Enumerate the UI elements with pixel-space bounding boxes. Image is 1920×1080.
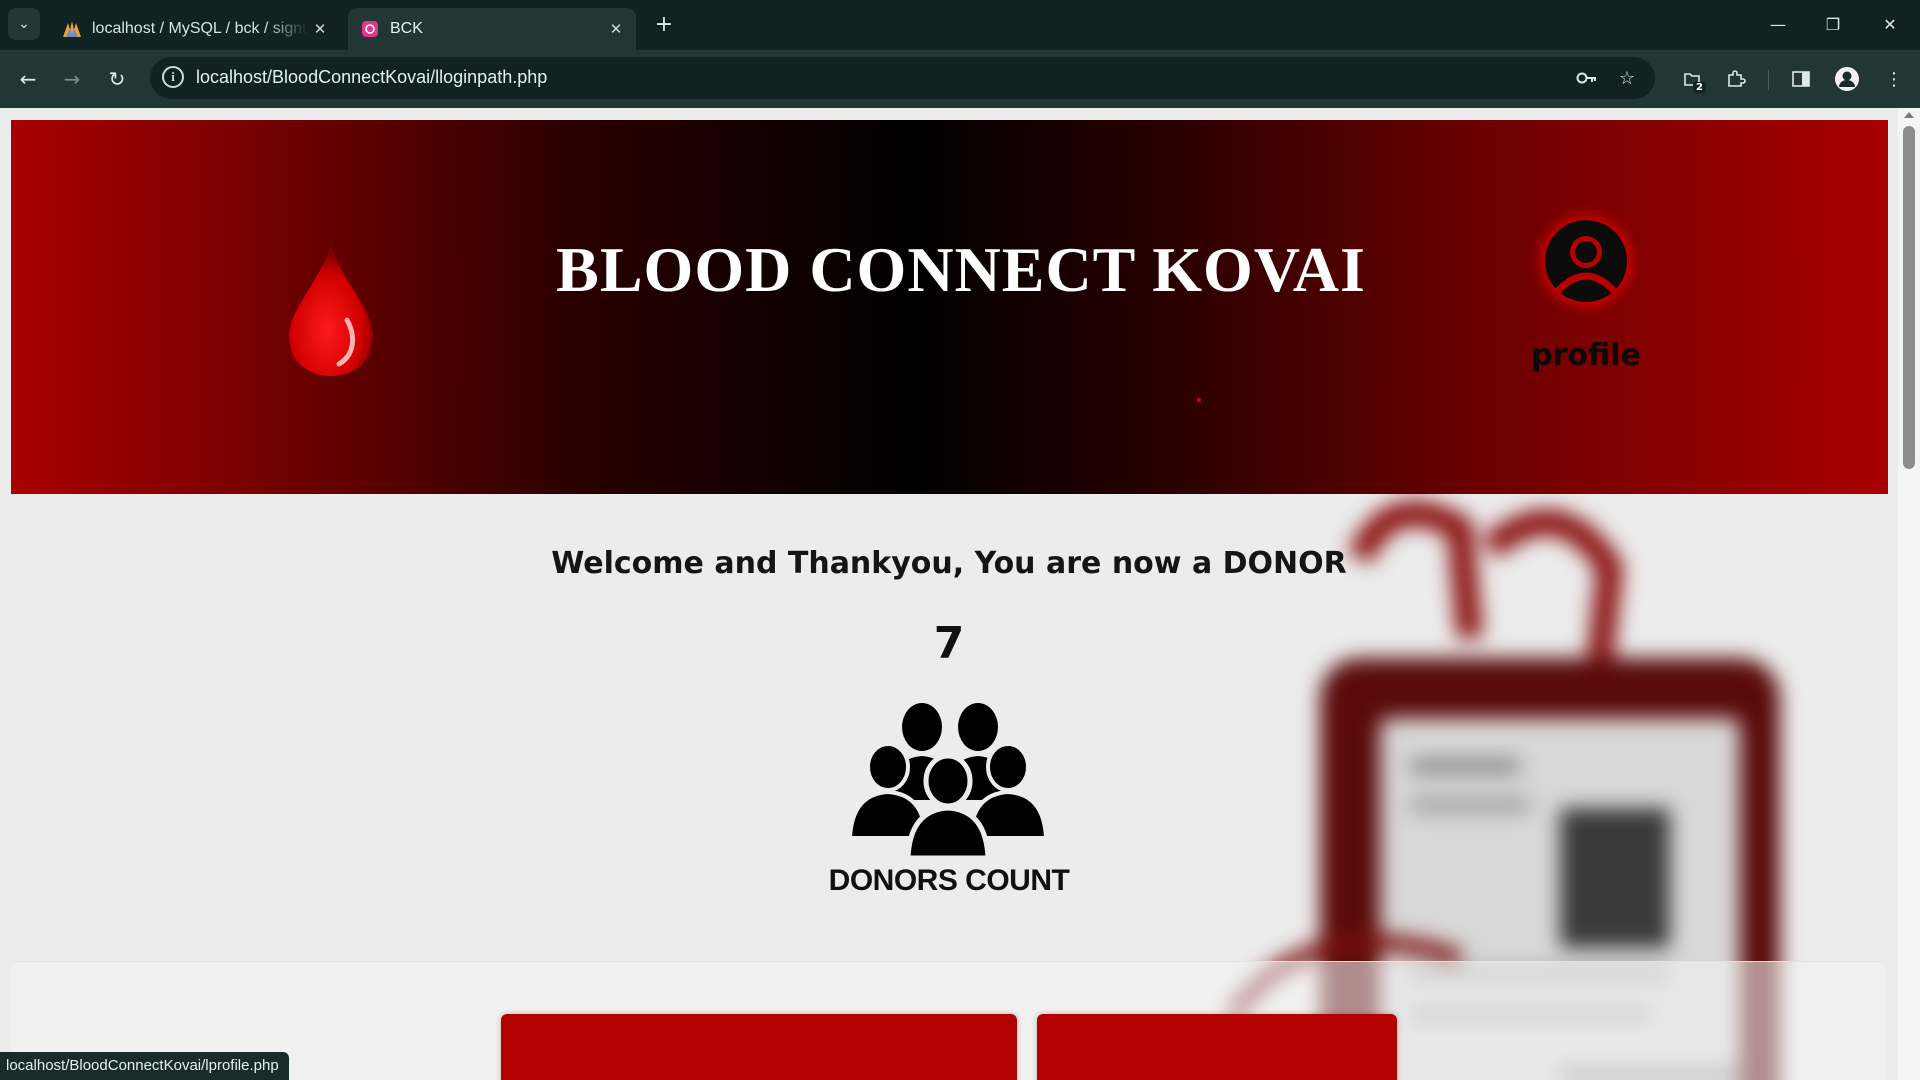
user-silhouette-icon: [1554, 236, 1618, 295]
side-panel-icon: [1792, 71, 1810, 87]
phpmyadmin-icon: [62, 19, 82, 39]
welcome-message: Welcome and Thankyou, You are now a DONO…: [551, 546, 1347, 581]
extension-badge: 2: [1693, 82, 1706, 93]
downloads-extension-button[interactable]: 2: [1676, 63, 1708, 95]
reload-icon: ↻: [108, 67, 126, 91]
chevron-down-icon: ⌄: [18, 16, 30, 32]
scrollbar-thumb[interactable]: [1903, 126, 1915, 469]
site-info-icon[interactable]: i: [162, 66, 184, 88]
tab-bck[interactable]: BCK ✕: [348, 8, 636, 50]
profile-button[interactable]: [1831, 63, 1863, 95]
menu-button[interactable]: ⋮: [1878, 63, 1910, 95]
profile-avatar-icon[interactable]: [1545, 220, 1627, 302]
tab-search-button[interactable]: ⌄: [8, 8, 40, 40]
page-scrollbar[interactable]: [1898, 108, 1920, 1080]
side-panel-button[interactable]: [1785, 63, 1817, 95]
donors-group-icon: [848, 703, 1048, 860]
close-window-button[interactable]: ✕: [1870, 8, 1910, 40]
bookmark-star-icon[interactable]: ☆: [1614, 65, 1640, 91]
profile-label[interactable]: profile: [1511, 338, 1661, 373]
profile-link[interactable]: profile: [1511, 220, 1661, 373]
tab-strip: ⌄ localhost / MySQL / bck / signup ✕ BCK…: [0, 0, 1920, 50]
status-url-bubble: localhost/BloodConnectKovai/lprofile.php: [0, 1052, 289, 1080]
scroll-up-arrow-icon[interactable]: [1904, 112, 1914, 118]
arrow-right-icon: →: [63, 67, 81, 91]
puzzle-icon: [1728, 70, 1746, 87]
browser-toolbar: ← → ↻ i localhost/BloodConnectKovai/llog…: [0, 50, 1920, 108]
new-tab-button[interactable]: +: [650, 10, 678, 38]
toolbar-separator: [1768, 70, 1769, 90]
extensions-button[interactable]: [1720, 63, 1752, 95]
tab-title: BCK: [390, 20, 423, 37]
minimize-button[interactable]: —: [1758, 8, 1798, 40]
bck-favicon: [360, 19, 380, 39]
page-viewport: BLOOD CONNECT KOVAI profile Welcome and …: [0, 108, 1920, 1080]
option-card-1[interactable]: [501, 1014, 1017, 1080]
address-bar[interactable]: i localhost/BloodConnectKovai/lloginpath…: [150, 57, 1655, 99]
password-key-icon[interactable]: [1574, 65, 1600, 91]
more-vert-icon: ⋮: [1885, 68, 1903, 90]
blood-drop-icon: [289, 244, 373, 376]
url-text[interactable]: localhost/BloodConnectKovai/lloginpath.p…: [196, 67, 547, 88]
minimize-icon: —: [1770, 14, 1786, 34]
user-avatar-icon: [1835, 67, 1859, 91]
header-banner: BLOOD CONNECT KOVAI profile: [11, 120, 1888, 494]
donor-count-label: DONORS COUNT: [828, 864, 1070, 897]
plus-icon: +: [654, 11, 674, 37]
donor-count-value: 7: [933, 618, 965, 669]
tab-title: localhost / MySQL / bck / signup: [92, 20, 308, 37]
close-tab-icon[interactable]: ✕: [308, 17, 332, 41]
reload-button[interactable]: ↻: [101, 63, 133, 95]
back-button[interactable]: ←: [12, 63, 44, 95]
close-icon: ✕: [1883, 14, 1897, 34]
tab-phpmyadmin[interactable]: localhost / MySQL / bck / signup ✕: [50, 8, 340, 50]
restore-button[interactable]: ❐: [1813, 8, 1853, 40]
close-tab-icon[interactable]: ✕: [604, 17, 628, 41]
restore-icon: ❐: [1825, 14, 1841, 34]
decorative-dot: [1197, 398, 1201, 402]
option-card-2[interactable]: [1037, 1014, 1397, 1080]
arrow-left-icon: ←: [19, 67, 37, 91]
site-title: BLOOD CONNECT KOVAI: [556, 234, 1366, 305]
forward-button[interactable]: →: [56, 63, 88, 95]
